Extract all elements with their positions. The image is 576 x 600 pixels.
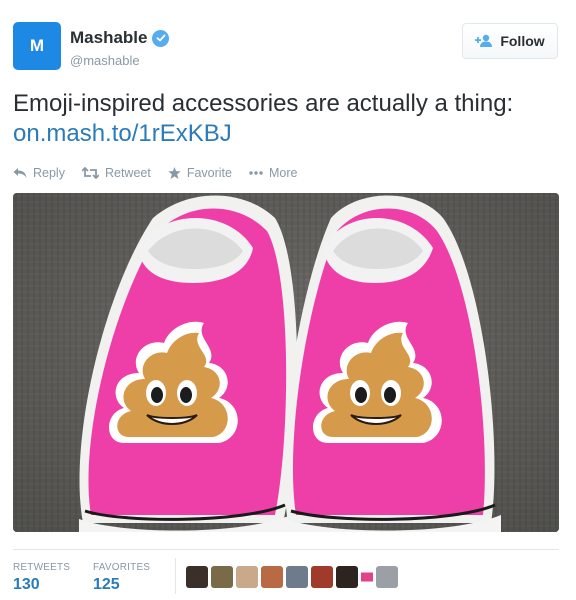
reply-label: Reply (33, 166, 65, 180)
favoriters-avatars (186, 566, 401, 588)
retweets-count: 130 (13, 576, 40, 593)
avatar-2[interactable] (211, 566, 233, 588)
tweet-photo[interactable] (13, 193, 559, 532)
avatar-1[interactable] (186, 566, 208, 588)
retweet-label: Retweet (104, 166, 151, 180)
star-icon (168, 167, 181, 179)
retweets-stat[interactable]: RETWEETS 130 (13, 562, 70, 594)
tweet-card: M Mashable @mashable Follow Emoji-inspir… (0, 0, 576, 600)
follow-button-label: Follow (500, 33, 545, 49)
more-label: More (268, 166, 298, 180)
avatar-6[interactable] (311, 566, 333, 588)
tweet-actions: Reply Retweet Favorite More (13, 166, 314, 180)
stats-divider (13, 549, 559, 550)
photo-pink-poop-emoji-shoes (13, 193, 559, 532)
tweet-link[interactable]: on.mash.to/1rExKBJ (13, 120, 232, 147)
favorite-label: Favorite (186, 166, 232, 180)
reply-icon (13, 168, 27, 178)
avatar-8[interactable] (361, 566, 373, 588)
retweets-label: RETWEETS (13, 562, 71, 573)
avatar-4[interactable] (261, 566, 283, 588)
avatar-letter: M (29, 36, 45, 55)
avatar[interactable]: M (13, 22, 61, 70)
favorites-label: FAVORITES (93, 562, 151, 573)
avatar-3[interactable] (236, 566, 258, 588)
verified-badge-icon (152, 29, 170, 47)
reply-action[interactable]: Reply (13, 166, 65, 180)
retweet-icon (81, 167, 99, 179)
more-icon (249, 171, 263, 175)
avatar-7[interactable] (336, 566, 358, 588)
more-action[interactable]: More (249, 166, 297, 180)
tweet-text: Emoji-inspired accessories are actually … (13, 89, 568, 149)
user-name-row: Mashable (70, 28, 170, 48)
favorites-stat[interactable]: FAVORITES 125 (93, 562, 150, 594)
retweet-action[interactable]: Retweet (81, 166, 151, 180)
stats-separator (175, 558, 176, 594)
user-handle[interactable]: @mashable (70, 53, 140, 68)
display-name[interactable]: Mashable (70, 28, 147, 48)
favorites-count: 125 (93, 576, 120, 593)
favorite-action[interactable]: Favorite (168, 166, 232, 180)
avatar-9[interactable] (376, 566, 398, 588)
user-plus-icon (475, 34, 493, 48)
avatar-5[interactable] (286, 566, 308, 588)
tweet-body: Emoji-inspired accessories are actually … (13, 90, 514, 117)
follow-button[interactable]: Follow (462, 23, 558, 59)
